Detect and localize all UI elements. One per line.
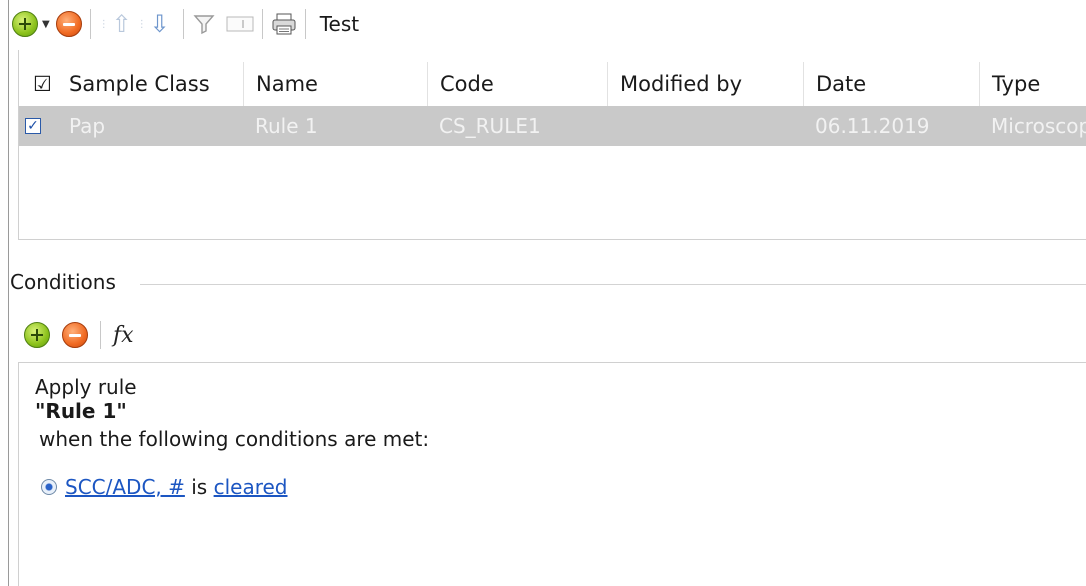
row-checkbox[interactable]: ✓ xyxy=(19,106,63,146)
cell-name: Rule 1 xyxy=(255,114,318,138)
header-type[interactable]: Type xyxy=(979,62,1086,106)
apply-rule-text: Apply rule xyxy=(35,375,137,399)
window-left-border xyxy=(8,0,9,586)
condition-value-link[interactable]: cleared xyxy=(214,475,288,499)
condition-field-link[interactable]: SCC/ADC, # xyxy=(65,475,185,499)
toolbar-separator xyxy=(182,9,184,39)
field-button[interactable] xyxy=(226,7,254,41)
header-code[interactable]: Code xyxy=(427,62,607,106)
field-icon xyxy=(226,16,254,32)
condition-item: SCC/ADC, # is cleared xyxy=(41,475,288,499)
header-name[interactable]: Name xyxy=(243,62,427,106)
table-row[interactable]: ✓ Pap Rule 1 CS_RULE1 06.11.2019 Microsc… xyxy=(19,106,1086,146)
add-dropdown-chevron-icon[interactable]: ▼ xyxy=(42,19,50,30)
condition-radio-icon[interactable] xyxy=(41,478,57,495)
header-select-all-checkbox[interactable]: ☑ xyxy=(19,62,63,106)
print-button[interactable] xyxy=(271,7,297,41)
header-date[interactable]: Date xyxy=(803,62,979,106)
toolbar-separator xyxy=(304,9,306,39)
rule-editor-window: ▼ ⋮ ⇧ ⋮ ⇩ Test ☑ Sample Class Name Code … xyxy=(0,0,1086,586)
cell-modified-by xyxy=(607,106,803,146)
conditions-title: Conditions xyxy=(10,270,124,294)
cell-code: CS_RULE1 xyxy=(439,114,541,138)
move-up-button[interactable]: ⋮ ⇧ xyxy=(99,7,137,41)
add-rule-button[interactable] xyxy=(12,7,38,41)
filter-icon xyxy=(193,15,215,35)
conditions-editor: Apply rule "Rule 1" when the following c… xyxy=(18,362,1086,586)
remove-red-icon xyxy=(55,11,82,37)
filter-button[interactable] xyxy=(192,7,216,41)
cell-sample-class: Pap xyxy=(69,114,106,138)
conditions-intro-text: when the following conditions are met: xyxy=(39,427,430,451)
arrow-down-icon: ⇩ xyxy=(149,10,170,38)
toolbar-separator xyxy=(89,9,91,39)
grid-header: ☑ Sample Class Name Code Modified by Dat… xyxy=(19,62,1086,106)
remove-rule-button[interactable] xyxy=(55,7,82,41)
rules-grid: ☑ Sample Class Name Code Modified by Dat… xyxy=(18,50,1086,240)
remove-condition-button[interactable] xyxy=(62,322,88,348)
conditions-toolbar: fx xyxy=(24,318,134,352)
toolbar-separator xyxy=(100,321,101,349)
arrow-up-icon: ⇧ xyxy=(111,10,132,38)
checkmark-icon: ✓ xyxy=(25,118,41,134)
move-down-button[interactable]: ⋮ ⇩ xyxy=(137,7,175,41)
rule-name-text: "Rule 1" xyxy=(35,399,127,423)
header-modified-by[interactable]: Modified by xyxy=(607,62,803,106)
add-green-icon xyxy=(12,11,38,37)
cell-date: 06.11.2019 xyxy=(815,114,930,138)
conditions-divider xyxy=(140,284,1086,285)
add-condition-button[interactable] xyxy=(24,322,50,348)
function-fx-button[interactable]: fx xyxy=(113,323,134,348)
cell-type: Microscopy xyxy=(991,114,1086,138)
print-icon xyxy=(272,13,296,35)
rules-toolbar: ▼ ⋮ ⇧ ⋮ ⇩ Test xyxy=(12,4,359,44)
header-sample-class[interactable]: Sample Class xyxy=(63,62,243,106)
toolbar-separator xyxy=(261,9,263,39)
condition-operator: is xyxy=(191,475,208,499)
toolbar-title: Test xyxy=(319,12,360,36)
